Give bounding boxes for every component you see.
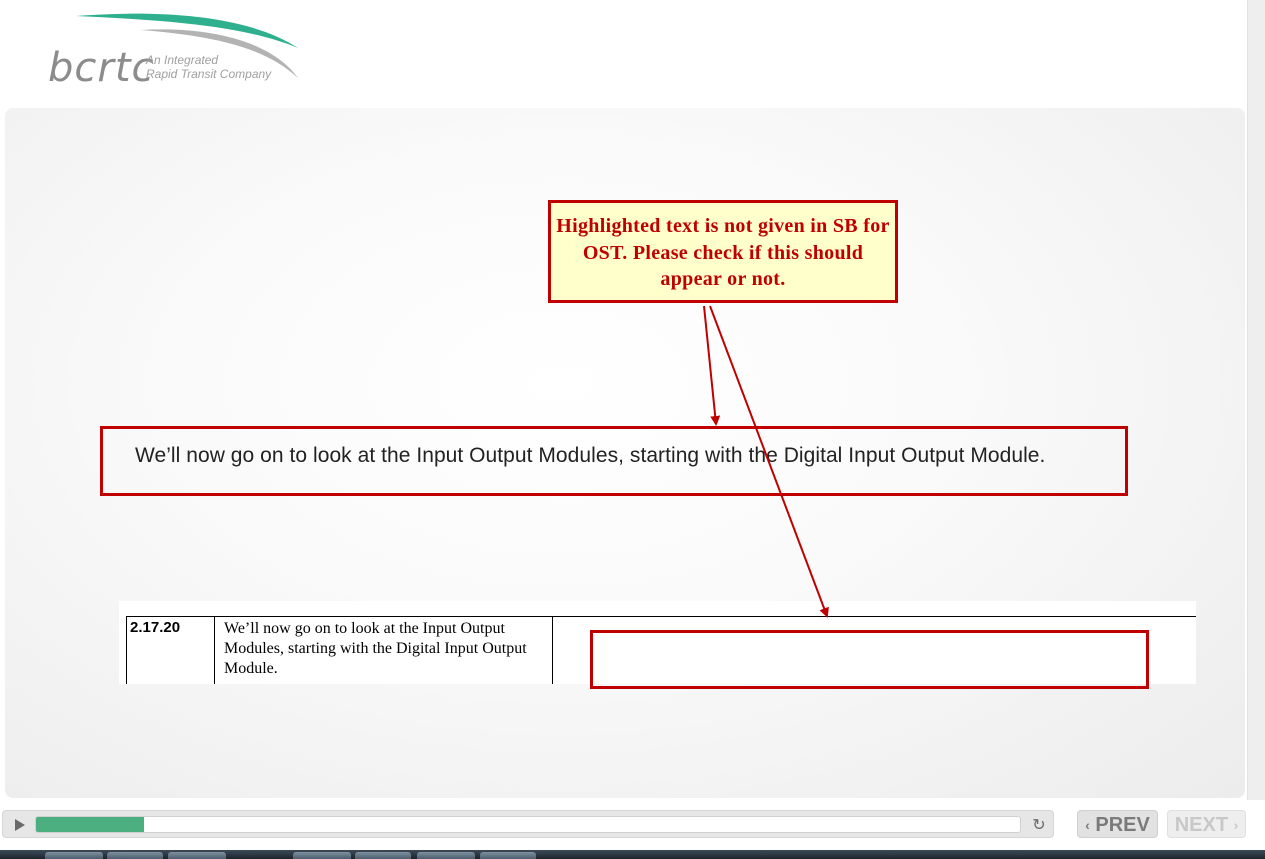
progress-track[interactable] xyxy=(35,816,1021,833)
window-edge xyxy=(1247,0,1265,800)
callout-text: Highlighted text is not given in SB for … xyxy=(556,215,890,290)
playback-bar: ↻ xyxy=(2,810,1054,838)
bcrtc-logo: bcrtc An Integrated Rapid Transit Compan… xyxy=(46,12,306,88)
progress-fill xyxy=(36,817,145,832)
logo-tagline-line2: Rapid Transit Company xyxy=(146,67,272,81)
chevron-right-icon: › xyxy=(1233,817,1239,833)
table-column-border xyxy=(126,616,127,684)
taskbar-item[interactable] xyxy=(480,852,536,859)
table-row-id: 2.17.20 xyxy=(130,619,181,636)
table-row-text: We’ll now go on to look at the Input Out… xyxy=(224,620,527,677)
taskbar-item[interactable] xyxy=(293,852,351,859)
logo-wordmark: bcrtc xyxy=(48,45,155,91)
next-button[interactable]: NEXT › xyxy=(1167,810,1246,838)
play-icon xyxy=(15,819,25,831)
table-top-border xyxy=(126,616,1196,617)
empty-highlight-box xyxy=(590,630,1149,689)
prev-label: PREV xyxy=(1095,814,1150,836)
taskbar-item[interactable] xyxy=(45,852,103,859)
review-callout: Highlighted text is not given in SB for … xyxy=(548,200,898,303)
table-column-border xyxy=(552,616,553,684)
table-column-border xyxy=(214,616,215,684)
next-label: NEXT xyxy=(1174,814,1229,836)
chevron-left-icon: ‹ xyxy=(1085,817,1090,833)
replay-icon: ↻ xyxy=(1032,815,1046,834)
prev-button[interactable]: ‹ PREV xyxy=(1077,810,1158,838)
taskbar-item[interactable] xyxy=(355,852,411,859)
taskbar-item[interactable] xyxy=(168,852,226,859)
logo-tagline-line1: An Integrated xyxy=(146,53,219,67)
taskbar-item[interactable] xyxy=(107,852,163,859)
slide-narration-text: We’ll now go on to look at the Input Out… xyxy=(135,444,1046,467)
taskbar-item[interactable] xyxy=(417,852,475,859)
logo-tagline: An Integrated Rapid Transit Company xyxy=(146,53,271,81)
play-button[interactable] xyxy=(9,816,29,834)
replay-button[interactable]: ↻ xyxy=(1029,816,1049,834)
